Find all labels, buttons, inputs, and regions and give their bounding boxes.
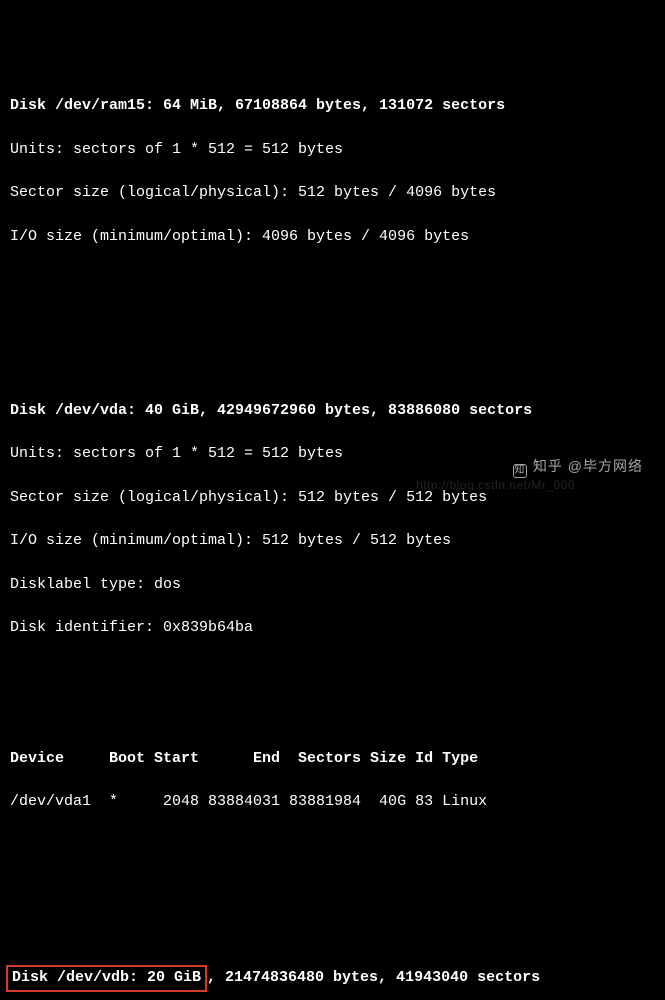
watermark-zhihu: 知知乎 @毕方网络: [513, 456, 643, 478]
blank-line: [10, 856, 655, 878]
partition-table-header: Device Boot Start End Sectors Size Id Ty…: [10, 748, 655, 770]
disk-vda-label-type: Disklabel type: dos: [10, 574, 655, 596]
disk-vdb-header-rest: , 21474836480 bytes, 41943040 sectors: [207, 969, 540, 986]
disk-vda-io-size: I/O size (minimum/optimal): 512 bytes / …: [10, 530, 655, 552]
blank-line: [10, 900, 655, 922]
disk-ram15-header: Disk /dev/ram15: 64 MiB, 67108864 bytes,…: [10, 95, 655, 117]
blank-line: [10, 334, 655, 356]
blank-line: [10, 291, 655, 313]
disk-ram15-io-size: I/O size (minimum/optimal): 4096 bytes /…: [10, 226, 655, 248]
disk-vdb-header: Disk /dev/vdb: 20 GiB, 21474836480 bytes…: [10, 965, 655, 992]
disk-vdb-highlight: Disk /dev/vdb: 20 GiB: [6, 965, 207, 992]
disk-vda-header: Disk /dev/vda: 40 GiB, 42949672960 bytes…: [10, 400, 655, 422]
disk-ram15-sector-size: Sector size (logical/physical): 512 byte…: [10, 182, 655, 204]
watermark-csdn: http://blog.csdn.net/Mr_000: [416, 477, 575, 494]
partition-table-row: /dev/vda1 * 2048 83884031 83881984 40G 8…: [10, 791, 655, 813]
blank-line: [10, 682, 655, 704]
disk-vda-identifier: Disk identifier: 0x839b64ba: [10, 617, 655, 639]
disk-ram15-units: Units: sectors of 1 * 512 = 512 bytes: [10, 139, 655, 161]
